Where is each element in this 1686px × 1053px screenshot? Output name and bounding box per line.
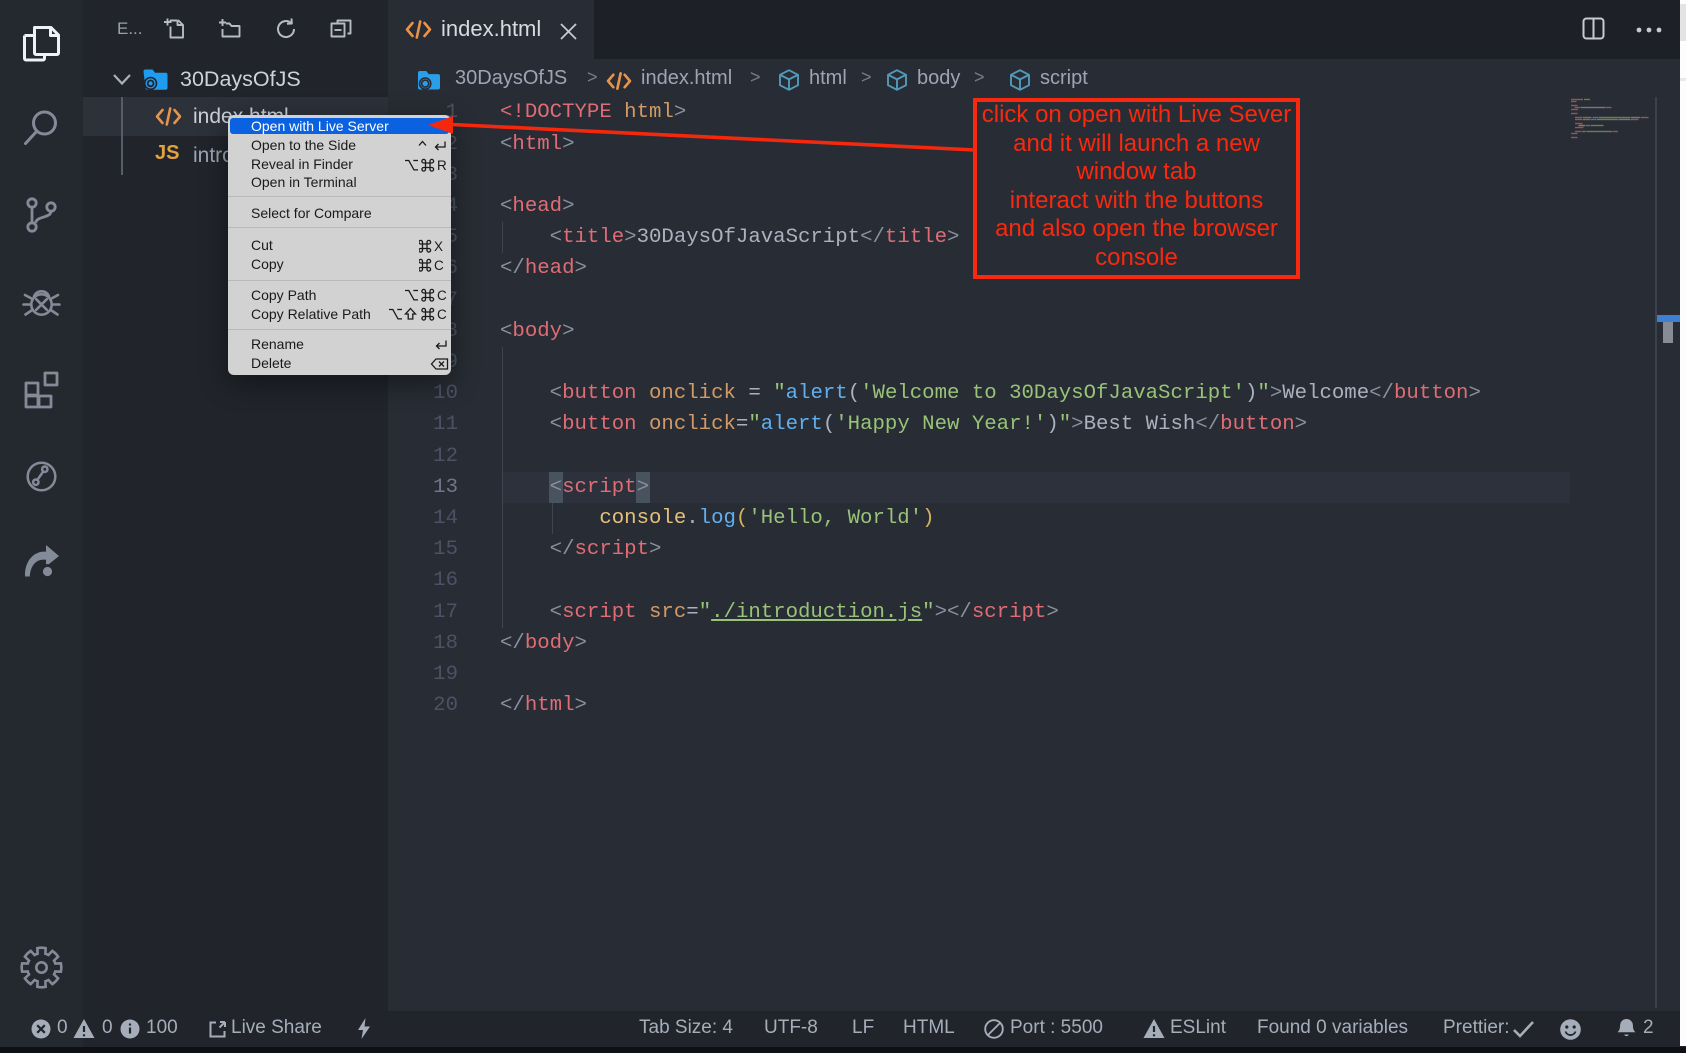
svg-text:C: C xyxy=(437,307,447,322)
svg-text:C: C xyxy=(437,288,447,303)
svg-text:X: X xyxy=(434,239,443,254)
svg-text:C: C xyxy=(434,258,444,273)
